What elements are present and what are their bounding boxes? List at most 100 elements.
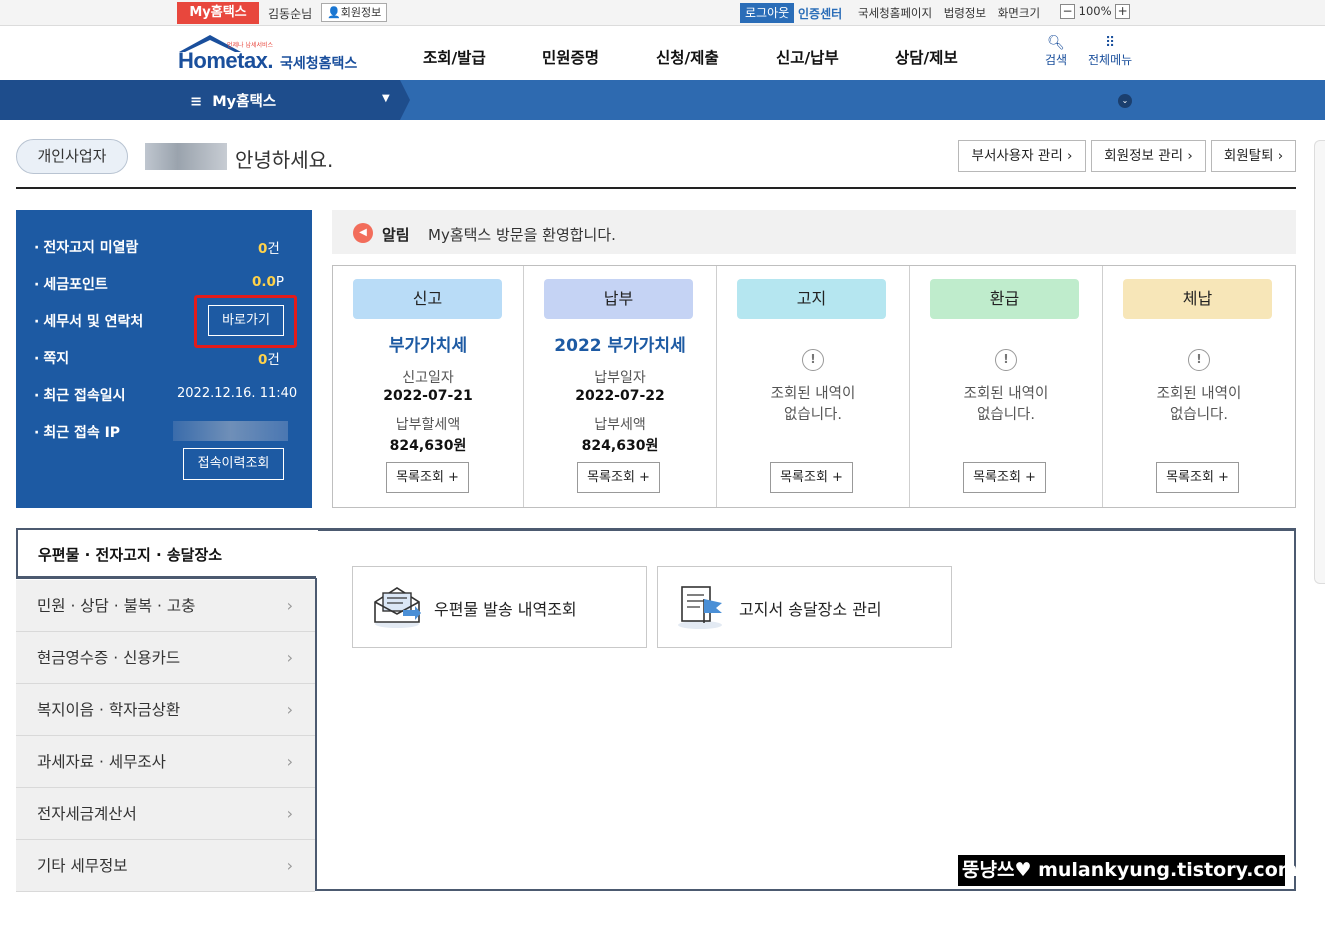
chevron-down-icon[interactable]: ⌄ — [1118, 94, 1132, 108]
notice-title: 알림 — [382, 226, 410, 244]
side-item-e-tax-invoice[interactable]: 전자세금계산서 › — [16, 788, 315, 840]
zoom-out-button[interactable]: − — [1060, 4, 1075, 19]
go-button[interactable]: 바로가기 — [208, 305, 284, 336]
info-label-last-ip: 최근 접속 IP — [34, 422, 120, 442]
tab-mail-notice-delivery[interactable]: 우편물 · 전자고지 · 송달장소 — [16, 530, 318, 578]
side-item-other-tax-info[interactable]: 기타 세무정보 › — [16, 840, 315, 892]
card-arrears: 체납 ! 조회된 내역이 없습니다. 목록조회 + — [1103, 266, 1295, 507]
chip-refund: 환급 — [930, 279, 1079, 319]
nts-homepage-link[interactable]: 국세청홈페이지 — [858, 6, 932, 20]
zoom-in-button[interactable]: + — [1115, 4, 1131, 19]
access-history-button[interactable]: 접속이력조회 — [183, 448, 284, 480]
zoom-level: 100% — [1078, 4, 1112, 18]
my-hometax-tab[interactable]: My홈택스 — [177, 2, 259, 24]
card-sub-label: 납부세액 — [594, 417, 646, 433]
chevron-right-icon: › — [286, 596, 293, 615]
greeting-text: 안녕하세요. — [235, 148, 334, 172]
menu-report-pay[interactable]: 신고/납부 — [776, 46, 839, 68]
list-view-button[interactable]: 목록조회 + — [963, 462, 1046, 493]
chip-payment: 납부 — [544, 279, 693, 319]
service-delivery-place[interactable]: 고지서 송달장소 관리 — [657, 566, 952, 648]
chip-report: 신고 — [353, 279, 502, 319]
screen-size-label: 화면크기 — [997, 6, 1041, 20]
blurred-user-name — [145, 143, 227, 170]
chevron-right-icon: › — [286, 804, 293, 823]
card-refund: 환급 ! 조회된 내역이 없습니다. 목록조회 + — [910, 266, 1103, 507]
service-mail-history[interactable]: 우편물 발송 내역조회 — [352, 566, 647, 648]
tab-underline — [16, 576, 316, 579]
info-label-message: 쪽지 — [34, 348, 69, 368]
info-value-tax-point[interactable]: 0.0P — [252, 274, 284, 290]
menu-apply-submit[interactable]: 신청/제출 — [656, 46, 719, 68]
cert-center-link[interactable]: 인증센터 — [798, 5, 842, 22]
card-notice: 고지 ! 조회된 내역이 없습니다. 목록조회 + — [717, 266, 910, 507]
search-button[interactable]: 🔍︎ 검색 — [1045, 35, 1067, 68]
user-name: 김동순님 — [268, 7, 313, 21]
search-icon: 🔍︎ — [1047, 35, 1065, 51]
info-value-message[interactable]: 0건 — [258, 348, 280, 368]
chevron-right-icon: › — [286, 700, 293, 719]
menu-civil-certificate[interactable]: 민원증명 — [542, 46, 599, 68]
list-view-button[interactable]: 목록조회 + — [386, 462, 469, 493]
document-flag-icon — [678, 586, 722, 629]
card-sub-value: 2022-07-22 — [575, 388, 665, 404]
chevron-right-icon: › — [286, 856, 293, 875]
logout-button[interactable]: 로그아웃 — [740, 3, 795, 23]
empty-message: 조회된 내역이 없습니다. — [1156, 386, 1242, 423]
status-cards: 신고 부가가치세 신고일자 2022-07-21 납부할세액 824,630원 … — [332, 265, 1296, 508]
hometax-logo[interactable]: 언제나 납세서비스 Hometax. 국세청홈택스 — [175, 32, 365, 77]
card-payment: 납부 2022 부가가치세 납부일자 2022-07-22 납부세액 824,6… — [524, 266, 717, 507]
member-info-button[interactable]: 👤회원정보 — [321, 3, 388, 22]
list-view-button[interactable]: 목록조회 + — [577, 462, 660, 493]
info-label-tax-office: 세무서 및 연락처 — [34, 311, 143, 331]
menu-consult-report[interactable]: 상담/제보 — [895, 46, 958, 68]
member-info-label: 회원정보 — [340, 6, 382, 19]
card-sub-label: 납부할세액 — [395, 417, 461, 433]
side-item-civil-consult[interactable]: 민원 · 상담 · 불복 · 고충 › — [16, 580, 315, 632]
caret-down-icon[interactable]: ▼ — [382, 93, 390, 104]
empty-message: 조회된 내역이 없습니다. — [770, 386, 856, 423]
card-sub-value: 2022-07-21 — [383, 388, 473, 404]
side-item-welfare[interactable]: 복지이음 · 학자금상환 › — [16, 684, 315, 736]
card-sub-value: 824,630원 — [389, 438, 467, 454]
chevron-right-icon: › — [286, 648, 293, 667]
side-item-cash-receipt[interactable]: 현금영수증 · 신용카드 › — [16, 632, 315, 684]
chip-notice: 고지 — [737, 279, 886, 319]
card-sub-value: 824,630원 — [581, 438, 659, 454]
chip-arrears: 체납 — [1123, 279, 1272, 319]
list-view-button[interactable]: 목록조회 + — [770, 462, 853, 493]
envelope-icon — [374, 587, 421, 628]
card-report: 신고 부가가치세 신고일자 2022-07-21 납부할세액 824,630원 … — [333, 266, 524, 507]
card-title[interactable]: 부가가치세 — [333, 331, 523, 356]
info-value-last-login: 2022.12.16. 11:40 — [177, 386, 298, 401]
user-type-badge: 개인사업자 — [16, 139, 128, 174]
nav-dropdown[interactable]: ≡ My홈택스 — [190, 90, 276, 111]
list-view-button[interactable]: 목록조회 + — [1156, 462, 1239, 493]
right-side-panel-handle[interactable] — [1314, 140, 1325, 584]
info-label-unread-notice: 전자고지 미열람 — [34, 237, 138, 257]
withdraw-button[interactable]: 회원탈퇴 › — [1211, 140, 1296, 172]
card-sub-label: 신고일자 — [402, 370, 454, 386]
watermark: 뚱냥쓰♥ mulankyung.tistory.com — [958, 855, 1298, 886]
megaphone-icon: ◀ — [353, 223, 373, 243]
exclamation-icon: ! — [1188, 349, 1210, 371]
notice-text: My홈택스 방문을 환영합니다. — [428, 226, 616, 244]
all-menu-button[interactable]: ⠿ 전체메뉴 — [1088, 35, 1132, 68]
card-sub-label: 납부일자 — [594, 370, 646, 386]
grid-icon: ⠿ — [1104, 35, 1116, 51]
law-info-link[interactable]: 법령정보 — [944, 6, 986, 20]
zoom-control: − 100% + — [1060, 4, 1131, 19]
info-value-unread-notice[interactable]: 0건 — [258, 237, 280, 257]
info-label-tax-point: 세금포인트 — [34, 274, 107, 294]
person-icon: 👤 — [327, 6, 341, 19]
divider — [16, 187, 1296, 189]
member-info-manage-button[interactable]: 회원정보 관리 › — [1091, 140, 1206, 172]
chevron-right-icon: › — [286, 752, 293, 771]
card-title[interactable]: 2022 부가가치세 — [524, 331, 716, 356]
empty-message: 조회된 내역이 없습니다. — [963, 386, 1049, 423]
side-item-tax-data[interactable]: 과세자료 · 세무조사 › — [16, 736, 315, 788]
menu-inquiry-issue[interactable]: 조회/발급 — [423, 46, 486, 68]
dept-user-manage-button[interactable]: 부서사용자 관리 › — [958, 140, 1086, 172]
exclamation-icon: ! — [802, 349, 824, 371]
hamburger-icon: ≡ — [190, 94, 213, 110]
